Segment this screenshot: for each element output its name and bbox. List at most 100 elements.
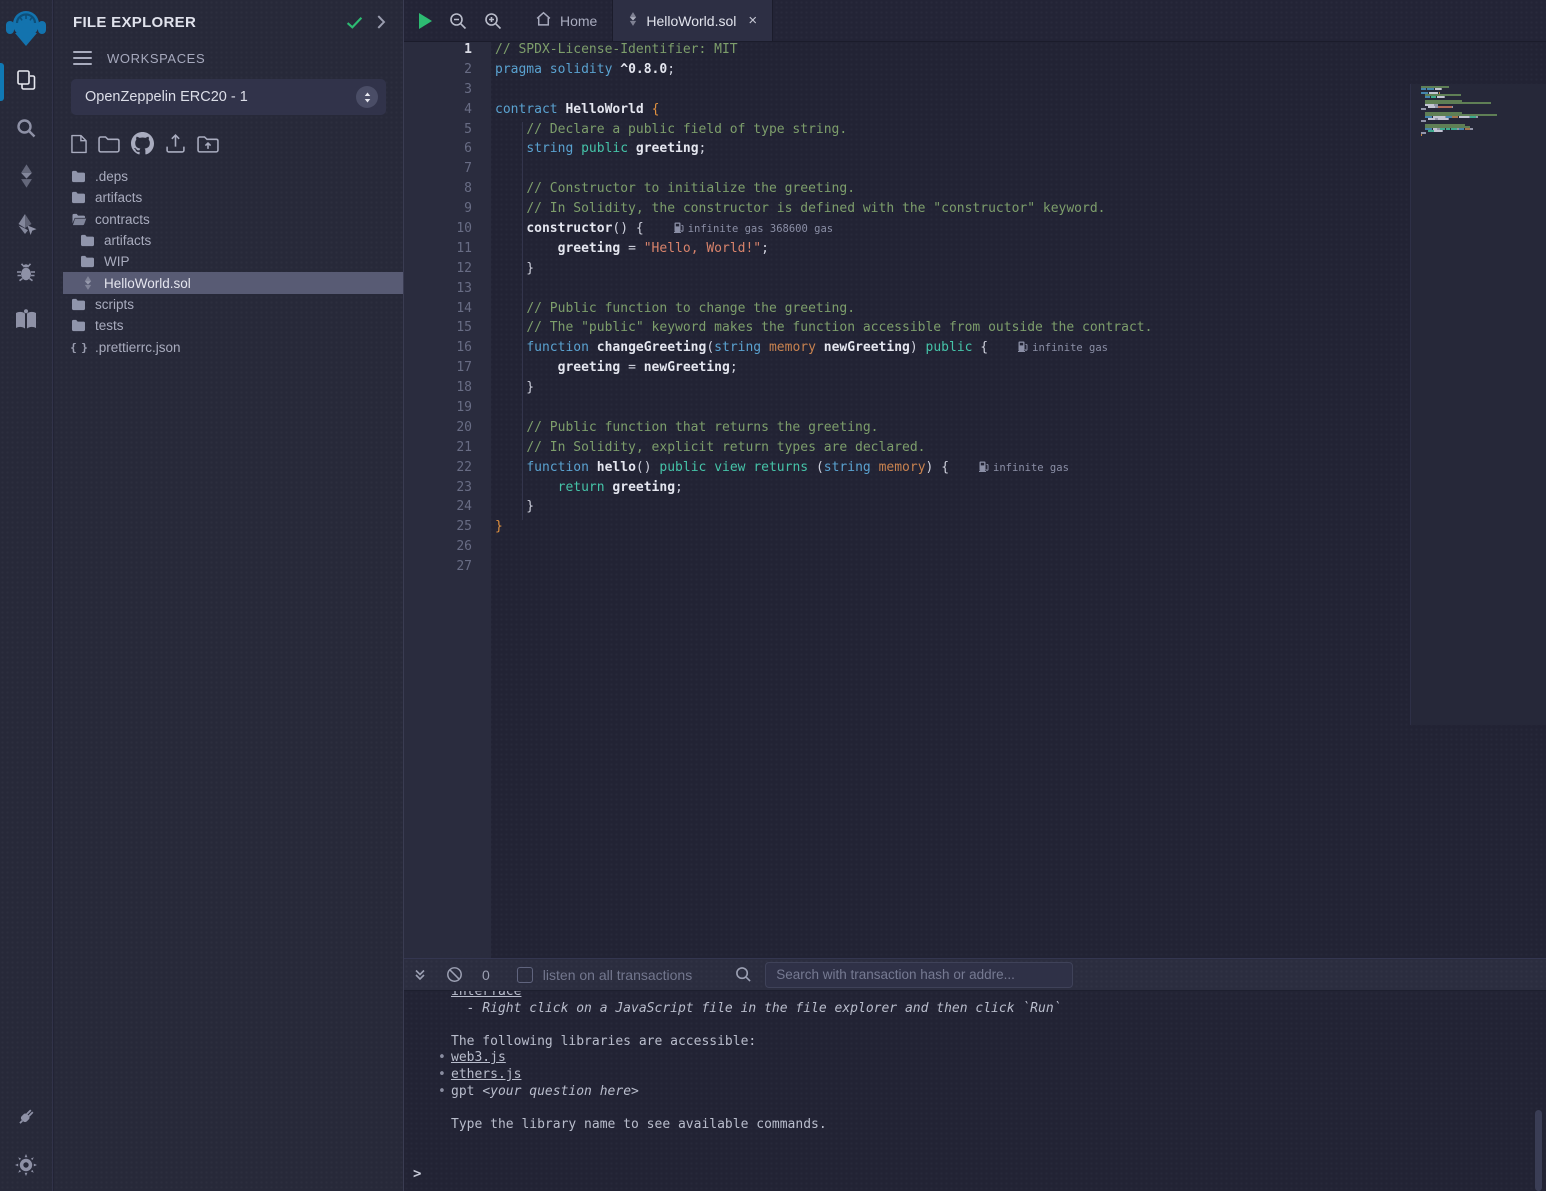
zoom-out-icon[interactable]	[449, 12, 467, 30]
run-script-button[interactable]	[419, 13, 432, 29]
transaction-count: 0	[482, 967, 490, 983]
code-line: // SPDX-License-Identifier: MIT	[491, 42, 1410, 62]
sidebar-item-deploy-run[interactable]	[0, 202, 53, 250]
gas-estimate-badge: infinite gas 368600 gas	[674, 223, 833, 235]
file-tree: .depsartifactscontractsartifactsWIPHello…	[54, 166, 403, 358]
sidebar-item-learneth[interactable]	[0, 298, 53, 346]
terminal-search-icon	[735, 966, 752, 983]
line-number: 25	[404, 519, 491, 539]
folder-icon	[70, 170, 87, 183]
sidebar-item-search[interactable]	[0, 106, 53, 154]
gas-estimate-badge: infinite gas	[1018, 342, 1108, 354]
code-line: greeting = "Hello, World!";	[491, 241, 1410, 261]
tree-item--deps[interactable]: .deps	[63, 166, 403, 187]
terminal-prompt[interactable]: >	[413, 1166, 421, 1182]
code-line	[491, 539, 1410, 559]
line-number: 15	[404, 320, 491, 340]
code-line: // Constructor to initialize the greetin…	[491, 181, 1410, 201]
line-number: 17	[404, 360, 491, 380]
remix-logo-icon[interactable]	[0, 0, 53, 58]
tab-bar: Home HelloWorld.sol ×	[404, 0, 1546, 42]
code-line: // Public function to change the greetin…	[491, 301, 1410, 321]
activity-bar	[0, 0, 53, 1191]
upload-file-icon[interactable]	[165, 133, 186, 154]
zoom-in-icon[interactable]	[484, 12, 502, 30]
line-number: 16	[404, 340, 491, 360]
terminal-panel: 0 listen on all transactions interface -…	[404, 958, 1546, 1191]
clear-console-icon[interactable]	[446, 966, 463, 983]
listen-transactions-checkbox[interactable]	[517, 967, 533, 983]
tree-item-label: contracts	[95, 212, 150, 227]
solidity-compiler-icon	[18, 164, 35, 193]
tab-label: Home	[560, 13, 597, 29]
terminal-line: web3.js	[451, 1050, 1546, 1067]
book-icon	[14, 309, 38, 336]
tree-item-artifacts[interactable]: artifacts	[63, 187, 403, 208]
tree-item-tests[interactable]: tests	[63, 315, 403, 336]
tree-item-label: HelloWorld.sol	[104, 276, 191, 291]
deploy-run-icon	[14, 212, 38, 241]
terminal-output[interactable]: interface - Right click on a JavaScript …	[404, 991, 1546, 1191]
new-folder-icon[interactable]	[98, 135, 120, 153]
braces-icon: { }	[70, 341, 87, 354]
line-number: 11	[404, 241, 491, 261]
minimap-content	[1421, 86, 1530, 140]
terminal-link[interactable]: interface	[451, 991, 521, 999]
chevron-right-icon[interactable]	[377, 15, 386, 29]
terminal-line	[451, 1017, 1546, 1034]
workspaces-menu-icon[interactable]	[73, 51, 92, 66]
tree-item-scripts[interactable]: scripts	[63, 294, 403, 315]
line-number: 13	[404, 281, 491, 301]
terminal-link[interactable]: web3.js	[451, 1050, 506, 1065]
terminal-search-input[interactable]	[765, 962, 1073, 988]
minimap[interactable]	[1410, 84, 1546, 725]
workspace-select[interactable]: OpenZeppelin ERC20 - 1	[71, 79, 386, 115]
close-icon[interactable]: ×	[748, 13, 757, 28]
folder-icon	[70, 298, 87, 311]
home-icon	[535, 11, 552, 30]
panel-title: FILE EXPLORER	[73, 14, 332, 31]
workspace-selected-value: OpenZeppelin ERC20 - 1	[85, 89, 356, 105]
line-number: 26	[404, 539, 491, 559]
line-number: 10	[404, 221, 491, 241]
terminal-line: The following libraries are accessible:	[451, 1034, 1546, 1051]
terminal-link[interactable]: ethers.js	[451, 1067, 521, 1082]
tree-item-label: scripts	[95, 297, 134, 312]
check-icon[interactable]	[346, 16, 363, 29]
code-line	[491, 559, 1410, 579]
sidebar-item-debugger[interactable]	[0, 250, 53, 298]
sidebar-item-solidity-compiler[interactable]	[0, 154, 53, 202]
github-icon[interactable]	[131, 132, 154, 155]
terminal-line	[451, 1100, 1546, 1117]
sidebar-item-plugin-manager[interactable]	[0, 1095, 53, 1143]
tab-home[interactable]: Home	[520, 0, 613, 41]
terminal-toolbar: 0 listen on all transactions	[404, 958, 1546, 991]
sidebar-item-settings[interactable]	[0, 1143, 53, 1191]
code-line: // Declare a public field of type string…	[491, 122, 1410, 142]
tree-item--prettierrc-json[interactable]: { }.prettierrc.json	[63, 336, 403, 357]
line-number: 22	[404, 460, 491, 480]
line-number: 12	[404, 261, 491, 281]
tree-item-contracts[interactable]: contracts	[63, 209, 403, 230]
code-line: // Public function that returns the gree…	[491, 420, 1410, 440]
folder-icon	[79, 255, 96, 268]
code-editor[interactable]: 1234567891011121314151617181920212223242…	[404, 42, 1546, 958]
tree-item-helloworld-sol[interactable]: HelloWorld.sol	[63, 272, 403, 293]
tab-helloworld-sol[interactable]: HelloWorld.sol ×	[613, 0, 773, 41]
collapse-terminal-icon[interactable]	[413, 968, 427, 982]
terminal-scrollbar[interactable]	[1535, 1110, 1542, 1191]
tree-item-label: artifacts	[104, 233, 151, 248]
new-file-icon[interactable]	[71, 134, 87, 154]
bug-icon	[14, 260, 38, 289]
terminal-line: interface	[451, 991, 1546, 1001]
folder-icon	[70, 191, 87, 204]
tree-item-artifacts[interactable]: artifacts	[63, 230, 403, 251]
line-number: 2	[404, 62, 491, 82]
line-number: 3	[404, 82, 491, 102]
sidebar-item-file-explorer[interactable]	[0, 58, 53, 106]
code-line: pragma solidity ^0.8.0;	[491, 62, 1410, 82]
line-number: 4	[404, 102, 491, 122]
tree-item-wip[interactable]: WIP	[63, 251, 403, 272]
line-number: 20	[404, 420, 491, 440]
upload-folder-icon[interactable]	[197, 135, 219, 153]
